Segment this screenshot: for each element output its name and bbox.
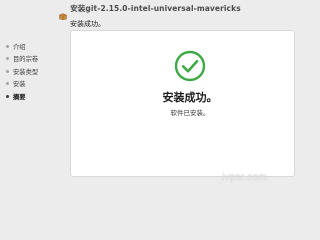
step-label: 目的宗卷 <box>13 56 39 64</box>
watermark-text: ivpsr.com <box>222 172 267 183</box>
step-install-type: 安装类型 <box>4 65 60 78</box>
step-label: 介绍 <box>13 43 26 51</box>
step-install: 安装 <box>4 78 60 91</box>
step-destination: 目的宗卷 <box>4 53 60 66</box>
page-subtitle: 安装成功。 <box>70 20 105 28</box>
step-bullet-icon <box>6 69 9 73</box>
step-label: 摘要 <box>13 93 26 101</box>
window-title: 安装git-2.15.0-intel-universal-mavericks <box>70 3 241 13</box>
step-bullet-active-icon <box>6 94 9 98</box>
package-icon <box>59 5 67 20</box>
steps-sidebar: 介绍 目的宗卷 安装类型 安装 摘要 <box>4 40 60 103</box>
installer-window: 安装git-2.15.0-intel-universal-mavericks 安… <box>0 0 300 202</box>
success-heading: 安装成功。 <box>162 91 218 104</box>
step-bullet-icon <box>6 44 9 48</box>
success-message: 软件已安装。 <box>170 109 210 117</box>
step-introduction: 介绍 <box>4 40 60 53</box>
step-label: 安装类型 <box>13 68 39 76</box>
content-panel: 安装成功。 软件已安装。 <box>70 30 295 177</box>
step-bullet-icon <box>6 82 9 86</box>
check-circle-icon <box>174 50 206 82</box>
step-summary: 摘要 <box>4 90 60 103</box>
step-bullet-icon <box>6 57 9 61</box>
title-bar[interactable]: 安装git-2.15.0-intel-universal-mavericks <box>0 0 300 20</box>
title-group: 安装git-2.15.0-intel-universal-mavericks <box>59 3 241 20</box>
step-label: 安装 <box>13 81 26 89</box>
